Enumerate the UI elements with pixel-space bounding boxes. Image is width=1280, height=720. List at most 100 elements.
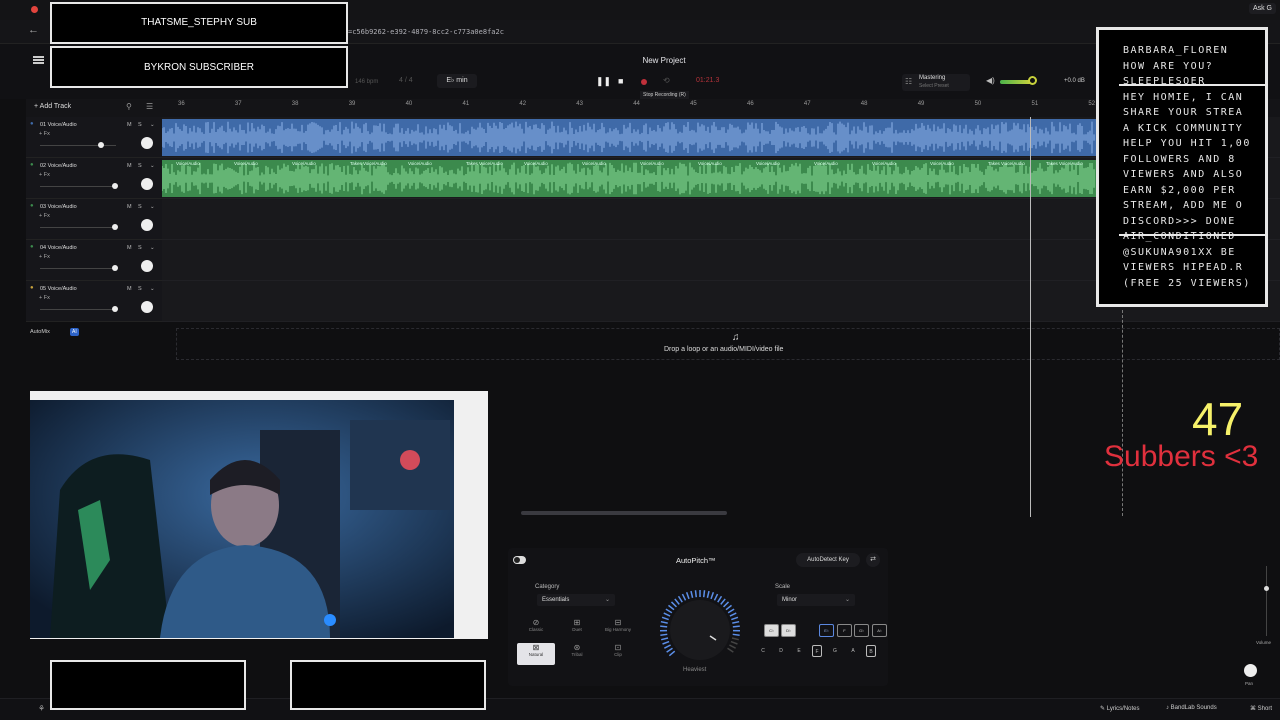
right-volume-slider[interactable] <box>1266 566 1267 636</box>
automix-row[interactable]: AutoMix AI <box>26 326 162 340</box>
note-button[interactable]: D <box>776 645 786 657</box>
autopitch-toggle[interactable] <box>513 556 526 564</box>
bpm-field[interactable]: 146 bpm <box>355 79 378 85</box>
note-button[interactable]: F <box>812 645 822 657</box>
note-button[interactable]: A <box>848 645 858 657</box>
pause-button[interactable]: ❚❚ <box>596 76 611 87</box>
add-track-button[interactable]: + Add Track <box>34 103 71 110</box>
track-pan-knob[interactable] <box>141 260 153 272</box>
track-header[interactable]: ● 03 Voice/Audio + Fx M S ⌄ <box>26 199 162 240</box>
autodetect-key-button[interactable]: AutoDetect Key <box>796 553 860 567</box>
loop-icon[interactable]: ⟲ <box>663 76 670 85</box>
bandlab-sounds-button[interactable]: ♪ BandLab Sounds <box>1166 705 1217 711</box>
track-fx-button[interactable]: + Fx <box>39 295 50 301</box>
chord-button[interactable]: A♭ <box>872 624 887 637</box>
track-volume-slider[interactable] <box>40 145 116 146</box>
autopitch-settings-icon[interactable]: ⇄ <box>866 553 880 567</box>
solo-button[interactable]: S <box>138 286 142 292</box>
track-volume-knob[interactable] <box>112 306 118 312</box>
right-pan-knob[interactable] <box>1244 664 1257 677</box>
chord-button[interactable]: G♭ <box>854 624 869 637</box>
close-window-icon[interactable] <box>31 6 38 13</box>
solo-button[interactable]: S <box>138 245 142 251</box>
lyrics-notes-button[interactable]: ✎ Lyrics/Notes <box>1100 705 1140 712</box>
chevron-down-icon[interactable]: ⌄ <box>150 204 155 210</box>
chord-button[interactable]: E♭ <box>819 624 834 637</box>
ask-extension-button[interactable]: Ask G <box>1248 3 1276 14</box>
mute-button[interactable]: M <box>127 122 132 128</box>
track-fx-button[interactable]: + Fx <box>39 213 50 219</box>
mastering-button[interactable]: ☷ Mastering Select Preset <box>902 74 970 91</box>
tuner-icon[interactable]: ⚲ <box>126 102 132 111</box>
back-arrow-icon[interactable]: ← <box>28 24 39 36</box>
chevron-down-icon[interactable]: ⌄ <box>150 286 155 292</box>
mute-button[interactable]: M <box>127 204 132 210</box>
autopitch-knob[interactable] <box>658 588 742 672</box>
track-header[interactable]: ● 02 Voice/Audio + Fx M S ⌄ <box>26 158 162 199</box>
track-pan-knob[interactable] <box>141 301 153 313</box>
preset-big-harmony[interactable]: ⊟ Big Harmony <box>599 618 637 640</box>
solo-button[interactable]: S <box>138 204 142 210</box>
track-volume-slider[interactable] <box>40 227 116 228</box>
mute-button[interactable]: M <box>127 286 132 292</box>
track-volume-slider[interactable] <box>40 268 116 269</box>
record-button[interactable] <box>641 79 647 85</box>
category-select[interactable]: Essentials ⌄ <box>537 594 615 606</box>
solo-button[interactable]: S <box>138 122 142 128</box>
track-volume-knob[interactable] <box>97 142 104 148</box>
url-text[interactable]: =c56b9262-e392-4879-8cc2-c773a0e8fa2c <box>348 28 504 36</box>
track-name[interactable]: 05 Voice/Audio <box>40 286 77 292</box>
track-name[interactable]: 02 Voice/Audio <box>40 163 77 169</box>
preset-tribal[interactable]: ⊛ Tribal <box>558 643 596 665</box>
track-header[interactable]: ● 05 Voice/Audio + Fx M S ⌄ <box>26 281 162 322</box>
track-header[interactable]: ● 01 Voice/Audio + Fx M S ⌄ <box>26 117 162 158</box>
preset-duet[interactable]: ⊞ Duet <box>558 618 596 640</box>
key-selector[interactable]: E♭ min <box>437 74 477 88</box>
note-button[interactable]: C <box>758 645 768 657</box>
note-button[interactable]: G <box>830 645 840 657</box>
chord-button[interactable]: F <box>837 624 852 637</box>
preset-natural[interactable]: ⊠ Natural <box>517 643 555 665</box>
track-header[interactable]: ● 04 Voice/Audio + Fx M S ⌄ <box>26 240 162 281</box>
mute-button[interactable]: M <box>127 245 132 251</box>
preset-clip[interactable]: ⊡ Clip <box>599 643 637 665</box>
drop-zone[interactable] <box>176 328 1280 360</box>
tuner-fork-icon[interactable]: ⚘ <box>38 704 45 713</box>
track-volume-knob[interactable] <box>112 183 118 189</box>
track-pan-knob[interactable] <box>141 219 153 231</box>
track-name[interactable]: 03 Voice/Audio <box>40 204 77 210</box>
track-fx-button[interactable]: + Fx <box>39 172 50 178</box>
audio-clip[interactable]: Voice/Audio Voice/Audio Voice/Audio Takes V… <box>162 160 1096 197</box>
track-volume-knob[interactable] <box>112 224 118 230</box>
track-volume-slider[interactable] <box>40 186 116 187</box>
audio-clip[interactable] <box>162 119 1096 156</box>
solo-button[interactable]: S <box>138 163 142 169</box>
scale-select[interactable]: Minor ⌄ <box>777 594 855 606</box>
track-pan-knob[interactable] <box>141 178 153 190</box>
master-volume-knob[interactable] <box>1028 76 1037 85</box>
stop-button[interactable]: ■ <box>618 76 623 86</box>
track-fx-button[interactable]: + Fx <box>39 254 50 260</box>
track-name[interactable]: 04 Voice/Audio <box>40 245 77 251</box>
chevron-down-icon[interactable]: ⌄ <box>150 122 155 128</box>
chevron-down-icon[interactable]: ⌄ <box>150 245 155 251</box>
note-button[interactable]: E <box>794 645 804 657</box>
time-signature-field[interactable]: 4 / 4 <box>399 77 413 84</box>
horizontal-scrollbar[interactable] <box>521 511 727 515</box>
speaker-icon[interactable]: ◀) <box>986 76 995 85</box>
chord-button[interactable]: D♭ <box>781 624 796 637</box>
preset-classic[interactable]: ⊘ Classic <box>517 618 555 640</box>
right-volume-knob[interactable] <box>1264 586 1269 591</box>
mute-button[interactable]: M <box>127 163 132 169</box>
shortcuts-button[interactable]: ⌘ Short <box>1250 705 1272 712</box>
note-button[interactable]: B <box>866 645 876 657</box>
chord-button[interactable]: C♭ <box>764 624 779 637</box>
track-pan-knob[interactable] <box>141 137 153 149</box>
track-volume-slider[interactable] <box>40 309 116 310</box>
track-fx-button[interactable]: + Fx <box>39 131 50 137</box>
track-name[interactable]: 01 Voice/Audio <box>40 122 77 128</box>
chevron-down-icon[interactable]: ⌄ <box>150 163 155 169</box>
track-list-icon[interactable]: ☰ <box>146 102 153 111</box>
track-volume-knob[interactable] <box>112 265 118 271</box>
playhead[interactable] <box>1030 117 1031 517</box>
